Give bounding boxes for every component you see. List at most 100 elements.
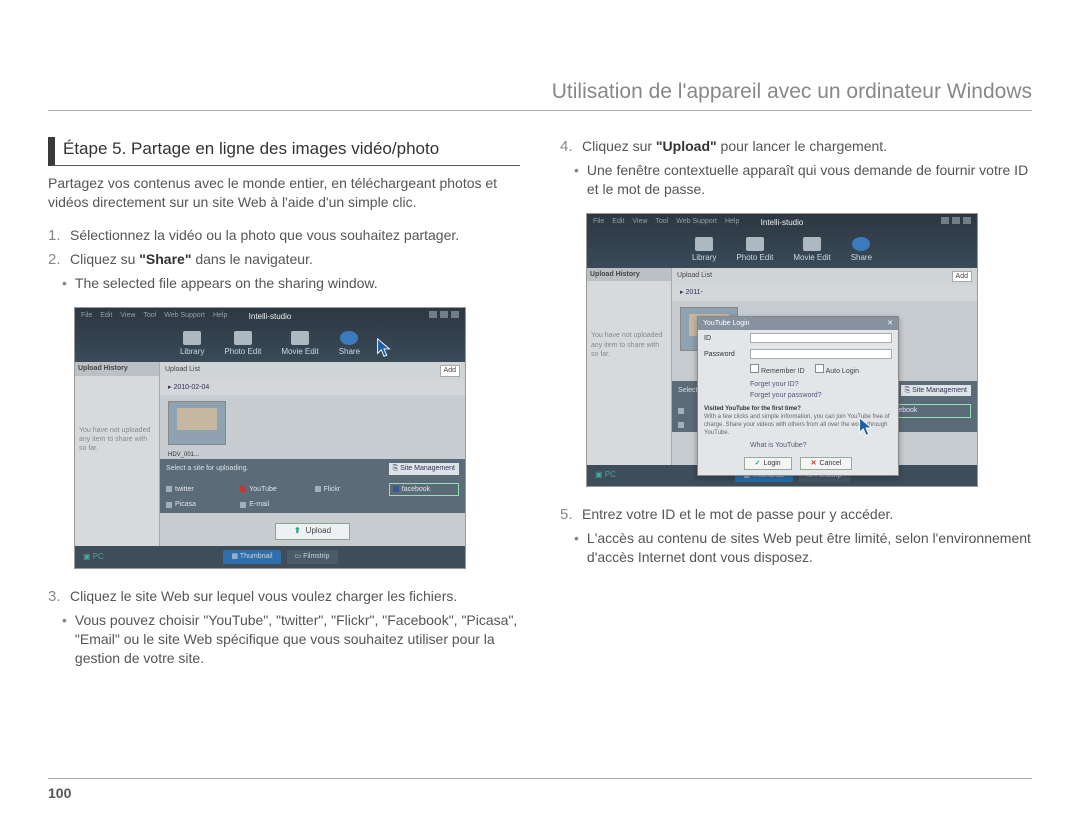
site-youtube: YouTube xyxy=(240,483,310,496)
step-text: Cliquez su "Share" dans le navigateur. xyxy=(70,250,520,270)
step-pre: Cliquez su xyxy=(70,251,139,267)
step-number: 2. xyxy=(48,250,62,270)
pc-label: ▣ PC xyxy=(595,470,616,481)
sidebar-heading: Upload History xyxy=(75,362,159,375)
window-controls xyxy=(429,311,459,318)
step-text: Entrez votre ID et le mot de passe pour … xyxy=(582,505,1032,525)
cursor-icon xyxy=(373,337,395,364)
dialog-header: YouTube Login✕ xyxy=(698,317,898,330)
sidebar-empty: You have not uploaded any item to share … xyxy=(591,331,667,359)
step-5: 5. Entrez votre ID et le mot de passe po… xyxy=(560,505,1032,525)
step-post: pour lancer le chargement. xyxy=(717,138,887,154)
menu-item: View xyxy=(632,217,647,226)
menu-item: Web Support xyxy=(164,311,205,320)
app-logo: Intelli-studio xyxy=(761,218,804,229)
step-post: dans le navigateur. xyxy=(191,251,312,267)
page-number: 100 xyxy=(48,778,1032,801)
step-number: 4. xyxy=(560,137,574,157)
step-text: Cliquez sur "Upload" pour lancer le char… xyxy=(582,137,1032,157)
date-group: ▸ 2011- xyxy=(672,285,977,300)
step-text: Sélectionnez la vidéo ou la photo que vo… xyxy=(70,226,520,246)
view-thumb: ▦ Thumbnail xyxy=(223,550,280,563)
id-label: ID xyxy=(704,334,744,343)
step-3: 3. Cliquez le site Web sur lequel vous v… xyxy=(48,587,520,607)
status-bar: ▣ PC ▦ Thumbnail ▭ Filmstrip xyxy=(75,546,465,567)
media-thumbnail xyxy=(168,401,226,445)
intro-text: Partagez vos contenus avec le monde enti… xyxy=(48,174,520,212)
forgot-pw-link: Forget your password? xyxy=(698,390,898,401)
site-mgmt-button: ⎘ Site Management xyxy=(389,463,459,474)
step-pre: Cliquez sur xyxy=(582,138,656,154)
remember-cb: Remember ID xyxy=(750,364,805,376)
site-flickr: Flickr xyxy=(315,483,385,496)
site-grid: twitter YouTube Flickr facebook Picasa E… xyxy=(160,479,465,514)
site-mgmt-button: ⎘ Site Management xyxy=(901,385,971,396)
window-controls xyxy=(941,217,971,224)
tab-share: Share xyxy=(339,331,360,358)
list-title: Upload List xyxy=(677,271,712,282)
sidebar-heading: Upload History xyxy=(587,268,671,281)
upload-row: ⬆Upload xyxy=(160,513,465,546)
step-1: 1. Sélectionnez la vidéo ou la photo que… xyxy=(48,226,520,246)
step-2-bullet: The selected file appears on the sharing… xyxy=(48,274,520,293)
step-number: 5. xyxy=(560,505,574,525)
sidebar: Upload History You have not uploaded any… xyxy=(75,362,160,546)
tab-movie-edit: Movie Edit xyxy=(281,331,318,358)
sidebar-empty: You have not uploaded any item to share … xyxy=(79,426,155,454)
step-number: 3. xyxy=(48,587,62,607)
select-site-label: Select a site for uploading. xyxy=(166,464,249,473)
menu-item: Tool xyxy=(143,311,156,320)
forgot-id-link: Forget your ID? xyxy=(698,379,898,390)
menu-item: Web Support xyxy=(676,217,717,226)
menu-item: File xyxy=(81,311,92,320)
thumbnail-caption: HDV_001... xyxy=(160,451,465,459)
site-picasa: Picasa xyxy=(166,500,236,509)
login-button: ✓Login xyxy=(744,457,792,470)
menu-item: Help xyxy=(213,311,227,320)
app-logo: Intelli-studio xyxy=(249,312,292,323)
cursor-icon xyxy=(855,416,877,443)
id-input xyxy=(750,333,892,343)
tab-library: Library xyxy=(692,237,716,264)
step-4: 4. Cliquez sur "Upload" pour lancer le c… xyxy=(560,137,1032,157)
pw-label: Password xyxy=(704,350,744,359)
page-header: Utilisation de l'appareil avec un ordina… xyxy=(48,80,1032,111)
upload-button: ⬆Upload xyxy=(275,523,350,540)
menu-item: Edit xyxy=(612,217,624,226)
list-header: Upload List Add xyxy=(160,362,465,379)
menu-item: File xyxy=(593,217,604,226)
step-number: 1. xyxy=(48,226,62,246)
step-strong: "Share" xyxy=(139,251,191,267)
list-title: Upload List xyxy=(165,365,200,376)
tab-movie-edit: Movie Edit xyxy=(793,237,830,264)
tab-share: Share xyxy=(851,237,872,264)
menu-bar: File Edit View Tool Web Support Help xyxy=(593,217,739,226)
bullet-text: The selected file appears on the sharing… xyxy=(75,274,378,293)
cancel-button: ✕Cancel xyxy=(800,457,853,470)
menu-item: Edit xyxy=(100,311,112,320)
bullet-text: Vous pouvez choisir "YouTube", "twitter"… xyxy=(75,611,520,668)
tab-library: Library xyxy=(180,331,204,358)
tab-photo-edit: Photo Edit xyxy=(224,331,261,358)
menu-item: Help xyxy=(725,217,739,226)
app-toolbar: File Edit View Tool Web Support Help Int… xyxy=(75,308,465,362)
left-column: Étape 5. Partage en ligne des images vid… xyxy=(48,137,520,672)
menu-item: View xyxy=(120,311,135,320)
app-toolbar: File Edit View Tool Web Support Help Int… xyxy=(587,214,977,268)
menu-item: Tool xyxy=(655,217,668,226)
step-2: 2. Cliquez su "Share" dans le navigateur… xyxy=(48,250,520,270)
login-dialog: YouTube Login✕ ID Password Remember ID A… xyxy=(697,316,899,476)
site-facebook: facebook xyxy=(389,483,459,496)
autologin-cb: Auto Login xyxy=(815,364,859,376)
sidebar: Upload History You have not uploaded any… xyxy=(587,268,672,465)
close-icon: ✕ xyxy=(887,319,893,328)
site-email: E-mail xyxy=(240,500,310,509)
right-column: 4. Cliquez sur "Upload" pour lancer le c… xyxy=(560,137,1032,672)
date-group: ▸ 2010-02-04 xyxy=(160,380,465,395)
add-button: Add xyxy=(952,271,972,282)
site-select-bar: Select a site for uploading. ⎘ Site Mana… xyxy=(160,459,465,478)
figure-login-dialog: File Edit View Tool Web Support Help Int… xyxy=(586,213,978,487)
view-filmstrip: ▭ Filmstrip xyxy=(287,550,338,563)
step-4-bullet: Une fenêtre contextuelle apparaît qui vo… xyxy=(560,161,1032,199)
bullet-text: Une fenêtre contextuelle apparaît qui vo… xyxy=(587,161,1032,199)
